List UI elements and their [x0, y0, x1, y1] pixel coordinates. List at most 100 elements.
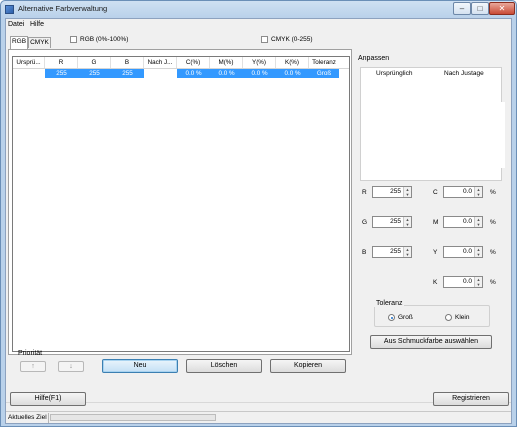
- priority-down-button[interactable]: ↓: [58, 361, 84, 372]
- col-header-b[interactable]: B: [111, 57, 144, 68]
- help-button[interactable]: Hilfe(F1): [10, 392, 86, 406]
- c-unit: %: [490, 189, 496, 196]
- k-spinbox[interactable]: 0.0 ▲ ▼: [443, 276, 483, 288]
- color-preview-box: [360, 67, 505, 181]
- app-window: Alternative Farbverwaltung – □ ✕ Datei H…: [0, 0, 517, 427]
- r-value: 255: [390, 188, 401, 195]
- menu-hilfe[interactable]: Hilfe: [30, 21, 44, 28]
- rgb-percent-checkbox[interactable]: [70, 36, 77, 43]
- k-unit: %: [490, 279, 496, 286]
- spin-down-icon[interactable]: ▼: [475, 192, 482, 197]
- status-bar: Aktuelles Ziel: [6, 411, 511, 423]
- m-spinbox[interactable]: 0.0 ▲ ▼: [443, 216, 483, 228]
- c-spin-arrows[interactable]: ▲ ▼: [474, 187, 482, 197]
- cell-y: 0.0 %: [243, 69, 276, 78]
- cell-r: 255: [45, 69, 78, 78]
- col-header-y[interactable]: Y(%): [243, 57, 276, 68]
- cell-b: 255: [111, 69, 144, 78]
- y-label: Y: [433, 249, 438, 256]
- col-header-k[interactable]: K(%): [276, 57, 309, 68]
- y-spin-arrows[interactable]: ▲ ▼: [474, 247, 482, 257]
- adjust-title: Anpassen: [358, 55, 390, 62]
- spin-down-icon[interactable]: ▼: [475, 252, 482, 257]
- m-value: 0.0: [462, 218, 472, 225]
- radio-klein[interactable]: [445, 314, 452, 321]
- col-header-original[interactable]: Ursprü...: [13, 57, 45, 68]
- minimize-button[interactable]: –: [453, 2, 471, 15]
- c-spinbox[interactable]: 0.0 ▲ ▼: [443, 186, 483, 198]
- m-spin-arrows[interactable]: ▲ ▼: [474, 217, 482, 227]
- b-spin-arrows[interactable]: ▲ ▼: [403, 247, 411, 257]
- k-spin-arrows[interactable]: ▲ ▼: [474, 277, 482, 287]
- m-unit: %: [490, 219, 496, 226]
- c-value: 0.0: [462, 188, 472, 195]
- cell-m: 0.0 %: [210, 69, 243, 78]
- status-text: Aktuelles Ziel: [8, 414, 47, 421]
- col-header-c[interactable]: C(%): [177, 57, 210, 68]
- new-button[interactable]: Neu: [102, 359, 178, 373]
- g-spin-arrows[interactable]: ▲ ▼: [403, 217, 411, 227]
- progress-bar: [50, 414, 216, 421]
- title-bar[interactable]: Alternative Farbverwaltung – □ ✕: [1, 1, 516, 18]
- spin-down-icon[interactable]: ▼: [404, 222, 411, 227]
- copy-button[interactable]: Kopieren: [270, 359, 346, 373]
- window-title: Alternative Farbverwaltung: [18, 4, 108, 13]
- maximize-button[interactable]: □: [471, 2, 489, 15]
- cell-c: 0.0 %: [177, 69, 210, 78]
- tolerance-title: Toleranz: [374, 300, 405, 307]
- y-spinbox[interactable]: 0.0 ▲ ▼: [443, 246, 483, 258]
- register-button[interactable]: Registrieren: [433, 392, 509, 406]
- col-header-m[interactable]: M(%): [210, 57, 243, 68]
- close-button[interactable]: ✕: [489, 2, 515, 15]
- g-spinbox[interactable]: 255 ▲ ▼: [372, 216, 412, 228]
- close-icon: ✕: [498, 4, 506, 13]
- cmyk-range-label: CMYK (0-255): [271, 36, 313, 43]
- k-value: 0.0: [462, 278, 472, 285]
- k-label: K: [433, 279, 438, 286]
- y-unit: %: [490, 249, 496, 256]
- table-row[interactable]: 255 255 255 0.0 % 0.0 % 0.0 % 0.0 % Groß: [13, 69, 349, 78]
- select-spot-color-button[interactable]: Aus Schmuckfarbe auswählen: [370, 335, 492, 349]
- cell-k: 0.0 %: [276, 69, 309, 78]
- tab-rgb[interactable]: RGB: [10, 36, 28, 49]
- tolerance-gross-option[interactable]: Groß: [388, 314, 413, 321]
- priority-label: Priorität: [18, 350, 43, 357]
- cmyk-range-checkbox[interactable]: [261, 36, 268, 43]
- c-label: C: [433, 189, 438, 196]
- menu-bar: Datei Hilfe: [6, 19, 511, 31]
- cmyk-range-option[interactable]: CMYK (0-255): [261, 36, 313, 43]
- b-value: 255: [390, 248, 401, 255]
- col-header-r[interactable]: R: [45, 57, 78, 68]
- r-label: R: [362, 189, 367, 196]
- menu-datei[interactable]: Datei: [8, 21, 24, 28]
- col-header-tolerance[interactable]: Toleranz: [309, 57, 339, 68]
- adjust-panel: Anpassen Ursprünglich Nach Justage R 255…: [356, 49, 508, 355]
- spin-down-icon[interactable]: ▼: [475, 282, 482, 287]
- after-adjust-label: Nach Justage: [444, 70, 484, 77]
- cell-tolerance: Groß: [309, 69, 339, 78]
- tolerance-klein-option[interactable]: Klein: [445, 314, 469, 321]
- arrow-up-icon: ↑: [31, 363, 35, 370]
- b-spinbox[interactable]: 255 ▲ ▼: [372, 246, 412, 258]
- g-value: 255: [390, 218, 401, 225]
- maximize-icon: □: [477, 4, 483, 13]
- color-table[interactable]: Ursprü... R G B Nach J... C(%) M(%) Y(%)…: [12, 56, 350, 352]
- col-header-after[interactable]: Nach J...: [144, 57, 177, 68]
- minimize-icon: –: [459, 4, 465, 13]
- spin-down-icon[interactable]: ▼: [404, 192, 411, 197]
- table-header: Ursprü... R G B Nach J... C(%) M(%) Y(%)…: [13, 57, 349, 69]
- tab-cmyk[interactable]: CMYK: [28, 37, 51, 48]
- rgb-percent-option[interactable]: RGB (0%-100%): [70, 36, 128, 43]
- r-spin-arrows[interactable]: ▲ ▼: [403, 187, 411, 197]
- col-header-g[interactable]: G: [78, 57, 111, 68]
- radio-gross[interactable]: [388, 314, 395, 321]
- cell-original: [13, 69, 45, 78]
- priority-up-button[interactable]: ↑: [20, 361, 46, 372]
- m-label: M: [433, 219, 439, 226]
- spin-down-icon[interactable]: ▼: [475, 222, 482, 227]
- r-spinbox[interactable]: 255 ▲ ▼: [372, 186, 412, 198]
- rgb-tab-panel: Ursprü... R G B Nach J... C(%) M(%) Y(%)…: [8, 49, 352, 355]
- rgb-percent-label: RGB (0%-100%): [80, 36, 129, 43]
- delete-button[interactable]: Löschen: [186, 359, 262, 373]
- spin-down-icon[interactable]: ▼: [404, 252, 411, 257]
